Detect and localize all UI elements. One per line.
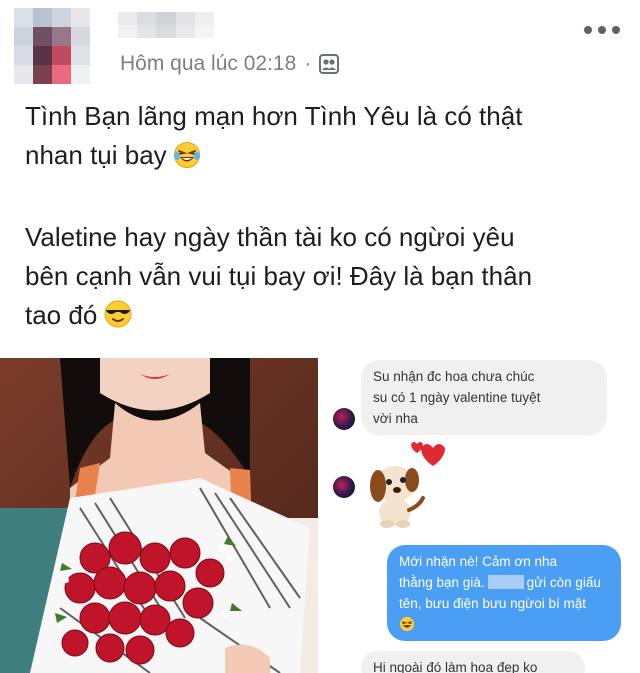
post-text-line: Valetine hay ngày thần tài ko có ngừoi y…	[25, 222, 515, 252]
laughing-crying-emoji	[399, 614, 609, 635]
post-text-line: tao đó	[25, 296, 625, 340]
post-header: Hôm qua lúc 02:18 ·	[0, 0, 640, 90]
post-body: Tình Bạn lãng mạn hơn Tình Yêu là có thậ…	[25, 97, 625, 340]
timestamp[interactable]: Hôm qua lúc 02:18	[120, 52, 296, 76]
post-text-line: Tình Bạn lãng mạn hơn Tình Yêu là có thậ…	[25, 101, 523, 131]
post-meta: Hôm qua lúc 02:18 ·	[120, 50, 340, 78]
author-name[interactable]	[118, 12, 214, 38]
chat-bubble-outgoing: Mới nhận nè! Cảm ơn nha thằng bạn già. gử…	[387, 545, 621, 641]
post-text-line: bên cạnh vẫn vui tụi bay ơi! Đây là bạn …	[25, 261, 533, 291]
chat-bubble-incoming: Hi ngoài đó làm hoa đẹp ko	[361, 651, 585, 673]
sunglasses-emoji	[103, 299, 133, 340]
chat-bubble-incoming: Su nhận đc hoa chưa chúc su có 1 ngày va…	[361, 360, 607, 435]
separator: ·	[304, 52, 312, 75]
laughing-crying-emoji	[173, 141, 201, 180]
redacted-name	[487, 575, 524, 589]
more-options-button[interactable]	[584, 20, 620, 40]
post-photo-left[interactable]	[0, 358, 318, 673]
chat-avatar	[333, 408, 355, 430]
avatar[interactable]	[14, 8, 90, 84]
chat-avatar	[333, 476, 355, 498]
post-text-line: nhan tụi bay	[25, 136, 625, 180]
friends-icon[interactable]	[319, 54, 340, 74]
post-photo-right[interactable]: Su nhận đc hoa chưa chúc su có 1 ngày va…	[321, 358, 640, 673]
more-horizontal-icon	[584, 26, 592, 34]
puppy-heart-sticker	[361, 440, 453, 530]
